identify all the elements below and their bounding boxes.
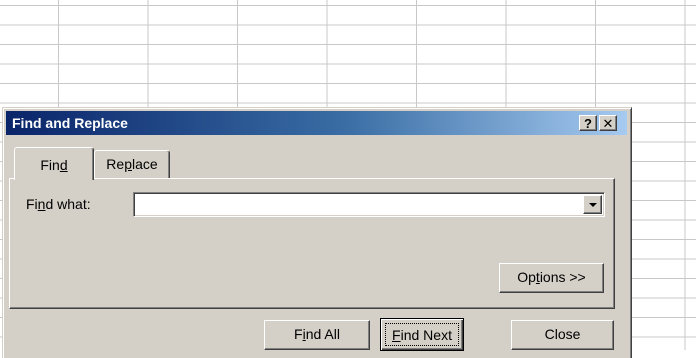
find-next-button[interactable]: Find Next [380, 318, 464, 351]
focus-rect: Find Next [385, 323, 459, 346]
options-button[interactable]: Options >> [499, 263, 604, 293]
find-all-button[interactable]: Find All [264, 320, 370, 350]
tab-find[interactable]: Find [14, 147, 94, 180]
close-button[interactable]: Close [511, 320, 614, 350]
tab-replace-label: Replace [106, 156, 158, 172]
close-icon[interactable]: ✕ [599, 115, 617, 131]
find-what-combobox[interactable] [133, 192, 605, 217]
chevron-down-icon [589, 203, 597, 207]
tab-replace[interactable]: Replace [94, 150, 170, 178]
find-what-dropdown-button[interactable] [583, 195, 602, 214]
find-what-label: Find what: [26, 196, 91, 212]
help-icon[interactable]: ? [579, 115, 597, 131]
title-bar[interactable]: Find and Replace ? ✕ [6, 111, 627, 135]
tab-find-label: Find [40, 157, 68, 173]
dialog-title: Find and Replace [12, 115, 128, 131]
find-what-input[interactable] [137, 195, 581, 214]
